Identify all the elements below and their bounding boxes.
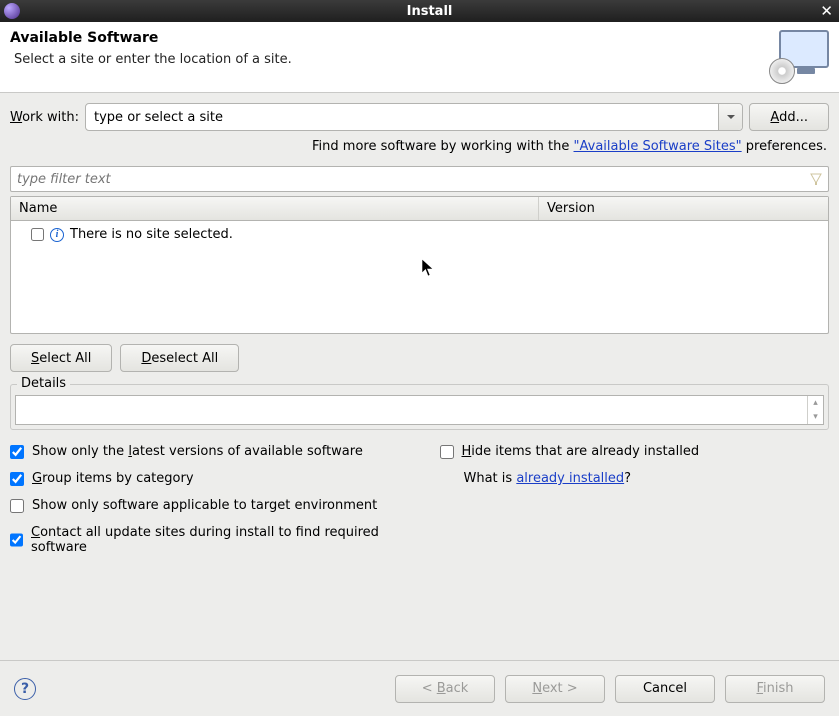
option-hide-installed[interactable]: Hide items that are already installed bbox=[440, 444, 830, 459]
cancel-button[interactable]: Cancel bbox=[615, 675, 715, 703]
table-row[interactable]: i There is no site selected. bbox=[17, 225, 822, 244]
title-bar: Install ✕ bbox=[0, 0, 839, 22]
column-header-version[interactable]: Version bbox=[539, 197, 828, 220]
option-group-by-category[interactable]: Group items by category bbox=[10, 471, 400, 486]
wizard-header: Available Software Select a site or ente… bbox=[0, 22, 839, 93]
details-text[interactable]: ▴▾ bbox=[15, 395, 824, 425]
clear-filter-icon[interactable] bbox=[807, 170, 825, 188]
work-with-label: Work with: bbox=[10, 110, 79, 125]
deselect-all-button[interactable]: Deselect All bbox=[120, 344, 239, 372]
column-header-name[interactable]: Name bbox=[11, 197, 539, 220]
row-checkbox[interactable] bbox=[31, 228, 44, 241]
page-title: Available Software bbox=[10, 30, 292, 46]
already-installed-hint: What is already installed? bbox=[464, 471, 830, 486]
info-icon: i bbox=[50, 228, 64, 242]
chevron-down-icon[interactable] bbox=[718, 104, 742, 130]
app-icon bbox=[4, 3, 20, 19]
finish-button: Finish bbox=[725, 675, 825, 703]
next-button: Next > bbox=[505, 675, 605, 703]
help-icon[interactable]: ? bbox=[14, 678, 36, 700]
row-text: There is no site selected. bbox=[70, 227, 233, 242]
window-title: Install bbox=[20, 4, 839, 19]
add-button[interactable]: Add... bbox=[749, 103, 829, 131]
wizard-footer: ? < Back Next > Cancel Finish bbox=[0, 660, 839, 716]
close-icon[interactable]: ✕ bbox=[820, 2, 833, 20]
software-table: Name Version i There is no site selected… bbox=[10, 196, 829, 334]
work-with-combo[interactable] bbox=[85, 103, 743, 131]
page-subtitle: Select a site or enter the location of a… bbox=[14, 52, 292, 67]
details-group: Details ▴▾ bbox=[10, 384, 829, 430]
filter-box bbox=[10, 166, 829, 192]
option-latest-versions[interactable]: Show only the latest versions of availab… bbox=[10, 444, 400, 459]
work-with-input[interactable] bbox=[86, 104, 718, 130]
sites-hint: Find more software by working with the "… bbox=[10, 139, 827, 154]
available-software-sites-link[interactable]: "Available Software Sites" bbox=[574, 139, 742, 154]
details-legend: Details bbox=[17, 376, 70, 391]
option-contact-update-sites[interactable]: Contact all update sites during install … bbox=[10, 525, 400, 555]
option-target-environment[interactable]: Show only software applicable to target … bbox=[10, 498, 400, 513]
filter-input[interactable] bbox=[10, 166, 829, 192]
details-scrollbar[interactable]: ▴▾ bbox=[807, 396, 823, 424]
install-banner-icon bbox=[773, 30, 829, 80]
back-button: < Back bbox=[395, 675, 495, 703]
already-installed-link[interactable]: already installed bbox=[516, 471, 624, 486]
select-all-button[interactable]: Select All bbox=[10, 344, 112, 372]
